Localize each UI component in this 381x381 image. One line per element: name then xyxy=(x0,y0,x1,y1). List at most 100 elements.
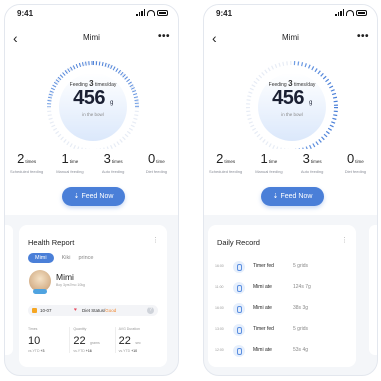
record-time: 13:00 xyxy=(215,327,224,331)
feeding-gauge: Feeding 3 times/day 456 g in the bowl xyxy=(33,49,153,149)
stat-label: Manual feeding xyxy=(255,169,283,174)
feeder-icon xyxy=(233,261,245,273)
record-time: 16:00 xyxy=(215,306,224,310)
more-icon[interactable]: ••• xyxy=(158,29,170,45)
metric-value: 10 xyxy=(28,335,41,347)
signal-icon xyxy=(335,9,344,16)
status-time: 9:41 xyxy=(216,9,233,18)
pet-tabs: Mimi Kiki prince xyxy=(28,253,93,263)
card-menu-icon[interactable]: ⋮ xyxy=(341,236,348,244)
nav-bar: ‹ Mimi ••• xyxy=(5,29,178,47)
feed-now-label: Feed Now xyxy=(280,193,313,200)
stat-unit: times xyxy=(25,159,37,164)
card-menu-icon[interactable]: ⋮ xyxy=(152,236,159,244)
stat-value: 2 xyxy=(216,151,224,166)
pet-name: Mimi xyxy=(56,272,74,282)
stat-label: Scheduled feeding xyxy=(209,169,243,174)
feed-icon: ⇣ xyxy=(73,193,80,200)
status-time: 9:41 xyxy=(17,9,34,18)
status-icons xyxy=(136,9,168,16)
metric-compare: vs.YTD +16 xyxy=(73,349,114,353)
stat-unit: times xyxy=(310,159,322,164)
status-bar: 9:41 xyxy=(204,7,377,21)
tab-mimi[interactable]: Mimi xyxy=(28,253,54,263)
metric-times: Times 10 vs.YTD +3 xyxy=(28,327,69,353)
stat-unit: time xyxy=(268,159,278,164)
record-action: Timer fed xyxy=(253,263,274,269)
stat-unit: time xyxy=(156,159,165,164)
wifi-icon xyxy=(147,9,155,16)
stat-manual: 1time Manual feeding xyxy=(48,150,91,178)
metric-value: 22 xyxy=(118,335,131,347)
signal-icon xyxy=(136,9,145,16)
diet-status: Diet Status/Good xyxy=(82,308,116,313)
feed-icon: ⇣ xyxy=(272,193,279,200)
feeding-stats: 2times Scheduled feeding 1time Manual fe… xyxy=(204,150,377,178)
feeder-icon xyxy=(233,324,245,336)
stat-value: 1 xyxy=(260,151,268,166)
record-row[interactable]: 11:00 Mimi ate 124s 7g xyxy=(215,278,349,299)
wifi-icon xyxy=(346,9,354,16)
record-row[interactable]: 12:00 Mimi ate 53s 4g xyxy=(215,341,349,362)
feed-now-button[interactable]: ⇣ Feed Now xyxy=(261,187,324,206)
tab-kiki[interactable]: Kiki xyxy=(62,255,71,261)
record-time: 11:00 xyxy=(215,285,224,289)
phone-screen-health: 9:41 ‹ Mimi ••• Feeding 3 times/day 456 … xyxy=(4,4,179,376)
nav-bar: ‹ Mimi ••• xyxy=(204,29,377,47)
stat-label: Auto feeding xyxy=(101,169,125,174)
stat-diet: 0time Diet feeding xyxy=(135,150,178,178)
metric-unit: sec xyxy=(135,341,141,345)
record-action: Mimi ate xyxy=(253,284,272,290)
card-title: Health Report xyxy=(28,238,75,247)
stat-unit: times xyxy=(111,159,123,164)
status-bar: 9:41 xyxy=(5,7,178,21)
bowl-amount: 456 g xyxy=(232,87,352,110)
record-detail: 5 grids xyxy=(293,326,309,332)
calendar-icon xyxy=(32,308,37,313)
metric-compare: vs.YTD +10 xyxy=(119,349,160,353)
record-detail: 124s 7g xyxy=(293,284,311,290)
page-title: Mimi xyxy=(282,33,299,42)
stat-manual: 1time Manual feeding xyxy=(247,150,290,178)
tab-prince[interactable]: prince xyxy=(78,255,93,261)
stat-auto: 3times Auto feeding xyxy=(92,150,135,178)
status-icons xyxy=(335,9,367,16)
stat-label: Diet feeding xyxy=(344,169,367,174)
metric-quantity: Quantity 22 grams vs.YTD +16 xyxy=(69,327,114,353)
bowl-note: in the bowl xyxy=(281,112,303,117)
stat-unit: time xyxy=(69,159,79,164)
stat-unit: time xyxy=(355,159,364,164)
record-row[interactable]: 16:00 Mimi ate 38s 3g xyxy=(215,299,349,320)
diet-date: 10-07 xyxy=(40,308,52,313)
diet-label: Diet Status/ xyxy=(82,308,106,313)
metric-compare: vs.YTD +3 xyxy=(28,349,69,353)
metric-compare-label: vs.YTD xyxy=(118,349,131,353)
avatar xyxy=(29,270,51,294)
bowl-amount-unit: g xyxy=(309,100,312,106)
adjacent-card-peek[interactable] xyxy=(369,225,377,355)
record-action: Mimi ate xyxy=(253,347,272,353)
avatar-badge xyxy=(33,289,47,294)
record-row[interactable]: 16:00 Timer fed 5 grids xyxy=(215,257,349,278)
diet-status-bar[interactable]: 10-07 ♥ Diet Status/Good ? xyxy=(28,305,158,316)
record-action: Timer fed xyxy=(253,326,274,332)
record-row[interactable]: 13:00 Timer fed 5 grids xyxy=(215,320,349,341)
adjacent-card-peek[interactable] xyxy=(5,225,13,355)
stat-auto: 3times Auto feeding xyxy=(291,150,334,178)
metric-unit: grams xyxy=(90,341,100,345)
metric-duration: AVG Duration 22 sec vs.YTD +10 xyxy=(114,327,160,353)
health-report-card: Health Report ⋮ Mimi Kiki prince Mimi Bo… xyxy=(19,225,167,367)
feed-now-button[interactable]: ⇣ Feed Now xyxy=(62,187,125,206)
battery-icon xyxy=(157,9,168,16)
more-icon[interactable]: ••• xyxy=(357,29,369,45)
help-icon[interactable]: ? xyxy=(147,307,154,314)
stat-value: 0 xyxy=(148,151,156,166)
record-time: 12:00 xyxy=(215,348,224,352)
daily-record-card: Daily Record ⋮ 16:00 Timer fed 5 grids 1… xyxy=(208,225,356,367)
stat-value: 1 xyxy=(61,151,69,166)
feeder-icon xyxy=(233,345,245,357)
metric-compare-label: vs.YTD xyxy=(28,349,40,353)
feeding-gauge: Feeding 3 times/day 456 g in the bowl xyxy=(232,49,352,149)
stat-scheduled: 2times Scheduled feeding xyxy=(204,150,247,178)
metric-change: +10 xyxy=(131,349,138,353)
